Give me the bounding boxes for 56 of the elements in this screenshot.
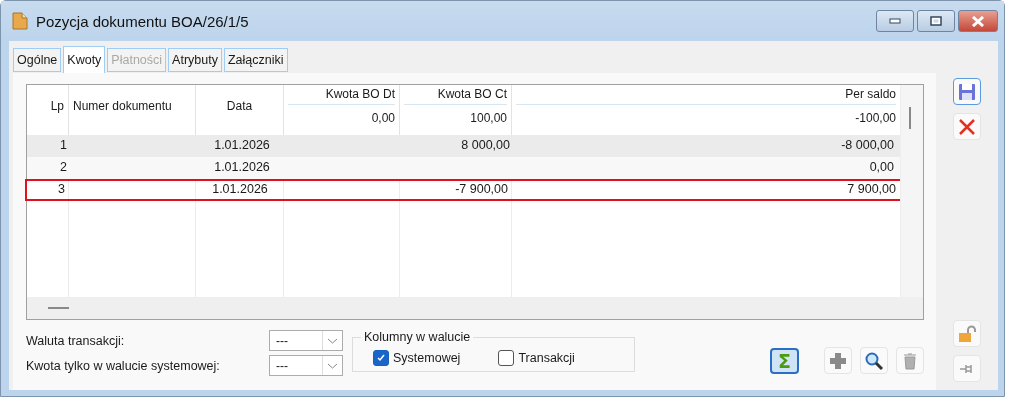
horizontal-scrollbar[interactable] — [27, 297, 923, 319]
close-icon — [971, 15, 985, 27]
table-cell-text: -8 000,00 — [840, 137, 895, 154]
check-icon — [376, 352, 386, 363]
column-header[interactable]: Data — [196, 85, 283, 113]
column-header[interactable]: Kwota BO Dt — [288, 85, 395, 105]
window-title: Pozycja dokumentu BOA/26/1/5 — [36, 12, 250, 30]
save-button[interactable] — [953, 78, 981, 105]
search-icon — [864, 350, 884, 371]
tab[interactable]: Kwoty — [63, 46, 106, 73]
table-cell-text: 1.01.2026 — [213, 159, 271, 176]
tab[interactable]: Atrybuty — [168, 48, 222, 72]
delete-button[interactable] — [896, 347, 924, 374]
table-cell-text: 0,00 — [868, 159, 895, 176]
checkbox[interactable]: Transakcji — [498, 349, 575, 366]
field-label: Kwota tylko w walucie systemowej: — [26, 358, 220, 373]
table-cell-text: 1 — [59, 137, 68, 154]
pin-button[interactable] — [953, 355, 981, 382]
group-title: Kolumny w walucie — [363, 330, 472, 344]
table-cell-text: 2 — [59, 159, 68, 176]
table-row[interactable]: 3 1.01.2026 -7 900,00 7 900,00 — [25, 179, 902, 201]
tab[interactable]: Ogólne — [13, 48, 62, 72]
minimize-icon — [889, 18, 901, 24]
lock-button[interactable] — [953, 320, 981, 347]
column-header[interactable]: Numer dokumentu — [69, 85, 195, 113]
maximize-button[interactable] — [917, 10, 955, 32]
table-cell-text: 1.01.2026 — [213, 137, 271, 154]
table-cell-text: 1.01.2026 — [211, 181, 269, 198]
close-icon — [957, 116, 977, 137]
column-total: -100,00 — [854, 110, 897, 125]
column-header[interactable]: Lp — [27, 85, 68, 113]
table-cell-text: 3 — [57, 181, 66, 198]
column-header[interactable]: Kwota BO Ct — [404, 85, 507, 105]
padlock-icon — [957, 323, 977, 344]
table-row[interactable]: 1 1.01.2026 8 000,00 -8 000,00 — [27, 135, 900, 157]
checkbox[interactable]: Systemowej — [373, 349, 461, 366]
column-total: 0,00 — [370, 110, 396, 125]
vertical-scrollbar[interactable] — [900, 85, 923, 297]
tab[interactable]: Załączniki — [223, 48, 288, 72]
table-cell-text: 7 900,00 — [846, 181, 897, 198]
table-cell-text: -7 900,00 — [454, 181, 509, 198]
cancel-button[interactable] — [953, 113, 981, 140]
dropdown-field[interactable]: --- — [269, 330, 343, 351]
dropdown-field[interactable]: --- — [269, 355, 343, 376]
table-row[interactable]: 2 1.01.2026 0,00 — [27, 157, 900, 179]
maximize-icon — [930, 16, 942, 26]
close-button[interactable] — [958, 10, 998, 32]
search-button[interactable] — [860, 347, 888, 374]
column-header[interactable]: Per saldo — [516, 85, 896, 105]
add-button[interactable] — [824, 347, 852, 374]
document-icon — [12, 12, 28, 30]
column-total: 100,00 — [469, 110, 508, 125]
table-cell-text: 8 000,00 — [460, 137, 511, 154]
field-label: Waluta transakcji: — [26, 333, 125, 348]
plus-icon — [828, 350, 848, 371]
minimize-button[interactable] — [876, 10, 914, 32]
